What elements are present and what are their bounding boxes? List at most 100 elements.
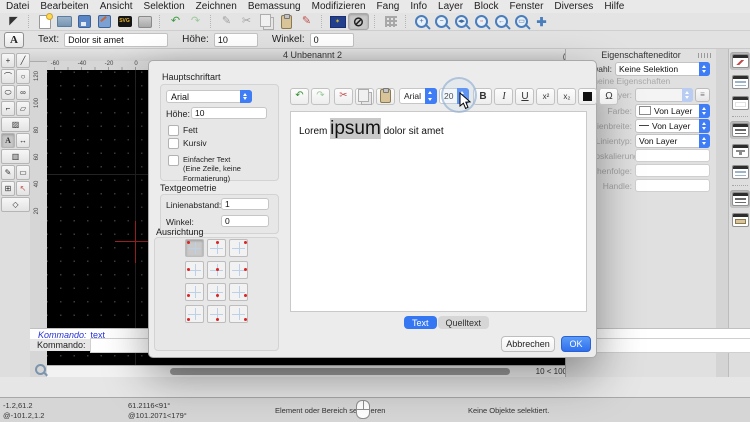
line-spacing-input[interactable] (221, 198, 269, 210)
alignment-button[interactable] (229, 283, 248, 301)
angle-input[interactable] (221, 215, 269, 227)
polyline-tool[interactable]: ⌐ (1, 101, 15, 116)
alignment-button[interactable] (207, 261, 226, 279)
text-tool-button[interactable]: A (4, 32, 24, 48)
block-list-window[interactable] (730, 94, 750, 112)
zoom-previous[interactable]: ← (492, 14, 511, 29)
explode-tool[interactable]: ⊞ (1, 181, 15, 196)
height-input[interactable] (214, 33, 258, 47)
slot-tool[interactable]: ▭ (16, 165, 30, 180)
undo[interactable]: ↶ (166, 14, 185, 29)
menu-item[interactable]: Selektion (144, 1, 185, 12)
draw[interactable]: ✎ (217, 14, 236, 29)
menu-item[interactable]: Hilfe (604, 1, 624, 12)
selection-filter-window[interactable] (730, 142, 750, 160)
tab-source[interactable]: Quelltext (438, 316, 490, 329)
layer-dropdown[interactable] (635, 88, 693, 102)
cut[interactable]: ✂ (237, 14, 256, 29)
alignment-button[interactable] (229, 261, 248, 279)
new-file[interactable] (35, 14, 54, 29)
zoom-in[interactable]: + (412, 14, 431, 29)
undo-button[interactable]: ↶ (290, 88, 309, 105)
modify-tool[interactable]: ✎ (1, 165, 15, 180)
selection-tool[interactable]: ◤ (4, 14, 23, 29)
menu-item[interactable]: Diverses (554, 1, 593, 12)
zoom-selection[interactable]: ▫ (472, 14, 491, 29)
open-file[interactable] (55, 14, 74, 29)
layer-list-window[interactable] (730, 73, 750, 91)
viewport-tool[interactable]: ◇ (1, 197, 30, 212)
menu-item[interactable]: Modifizieren (312, 1, 366, 12)
alignment-button[interactable] (185, 305, 204, 323)
special-character-button[interactable]: Ω (599, 88, 618, 105)
font-family-combo[interactable]: Arial (399, 88, 437, 104)
font-height-input[interactable] (191, 107, 267, 119)
lineweight-dropdown[interactable]: Von Layer (635, 119, 710, 133)
linetype-scale-input[interactable] (635, 149, 710, 162)
text-input[interactable] (64, 33, 168, 47)
zoom-window[interactable]: ▭ (512, 14, 531, 29)
cut-button[interactable]: ✂ (334, 88, 353, 105)
zoom-out[interactable]: − (432, 14, 451, 29)
horizontal-scrollbar[interactable] (170, 368, 510, 375)
tab-text[interactable]: Text (404, 316, 437, 329)
menu-item[interactable]: Bemassung (248, 1, 301, 12)
angle-input[interactable] (310, 33, 354, 47)
menu-item[interactable]: Datei (6, 1, 29, 12)
menu-item[interactable]: Fenster (510, 1, 544, 12)
alignment-button[interactable] (207, 283, 226, 301)
italic-button[interactable]: I (494, 88, 513, 105)
copy-button[interactable] (355, 88, 374, 105)
alignment-button[interactable] (185, 261, 204, 279)
italic-checkbox[interactable]: Kursiv (168, 138, 207, 149)
menu-item[interactable]: Layer (438, 1, 463, 12)
view-list-window[interactable] (730, 121, 750, 139)
subscript-button[interactable]: x₂ (557, 88, 576, 105)
cancel-button[interactable]: Abbrechen (501, 336, 555, 352)
bold-checkbox[interactable]: Fett (168, 125, 198, 136)
ok-button[interactable]: OK (561, 336, 591, 352)
paste[interactable] (277, 14, 296, 29)
rich-text-editor[interactable]: Lorem ipsum dolor sit amet (290, 111, 587, 312)
property-editor-window[interactable] (730, 52, 750, 70)
handle-input[interactable] (635, 179, 710, 192)
text-tool[interactable]: A (1, 133, 15, 148)
svg-export[interactable]: SVG (115, 14, 134, 29)
ellipse-tool[interactable]: ⬭ (1, 85, 15, 100)
snap-tool[interactable]: ↖ (16, 181, 30, 196)
line-tool[interactable]: ╱ (16, 53, 30, 68)
command-options-window[interactable] (730, 163, 750, 181)
copy[interactable] (257, 14, 276, 29)
menu-item[interactable]: Block (474, 1, 498, 12)
restrict-off[interactable]: ⊘ (348, 13, 369, 30)
font-family-dropdown[interactable]: Arial (166, 90, 252, 103)
hatch-tool[interactable]: ▨ (1, 117, 30, 132)
menu-item[interactable]: Fang (377, 1, 400, 12)
alignment-button[interactable] (207, 305, 226, 323)
underline-button[interactable]: U (515, 88, 534, 105)
alignment-button[interactable] (207, 239, 226, 257)
points-tool[interactable]: + (1, 53, 15, 68)
shape-tool[interactable]: ▱ (16, 101, 30, 116)
linetype-dropdown[interactable]: Von Layer (635, 134, 710, 148)
zoom-corner-icon[interactable] (35, 364, 46, 375)
zoom-auto[interactable]: ◂▸ (452, 14, 471, 29)
circle-tool[interactable]: ○ (16, 69, 30, 84)
command-line-window[interactable] (730, 190, 750, 208)
pan[interactable]: ✚ (532, 14, 551, 29)
print[interactable] (135, 14, 154, 29)
menu-item[interactable]: Info (410, 1, 427, 12)
alignment-button[interactable] (229, 305, 248, 323)
color-dropdown[interactable]: Von Layer (635, 104, 710, 118)
edit-pen[interactable]: ✎ (297, 14, 316, 29)
panel-grip[interactable] (698, 53, 712, 58)
menu-item[interactable]: Ansicht (100, 1, 133, 12)
alignment-button[interactable] (185, 239, 204, 257)
layer-menu-button[interactable]: ≡ (695, 88, 710, 102)
dimension-tool[interactable]: ↔ (16, 133, 30, 148)
arc-tool[interactable]: ⌒ (1, 69, 15, 84)
alignment-button[interactable] (229, 239, 248, 257)
menu-item[interactable]: Zeichnen (196, 1, 237, 12)
simple-text-checkbox[interactable]: Einfacher Text(Eine Zeile, keine Formati… (168, 155, 272, 183)
selection-dropdown[interactable]: Keine Selektion (615, 62, 710, 76)
